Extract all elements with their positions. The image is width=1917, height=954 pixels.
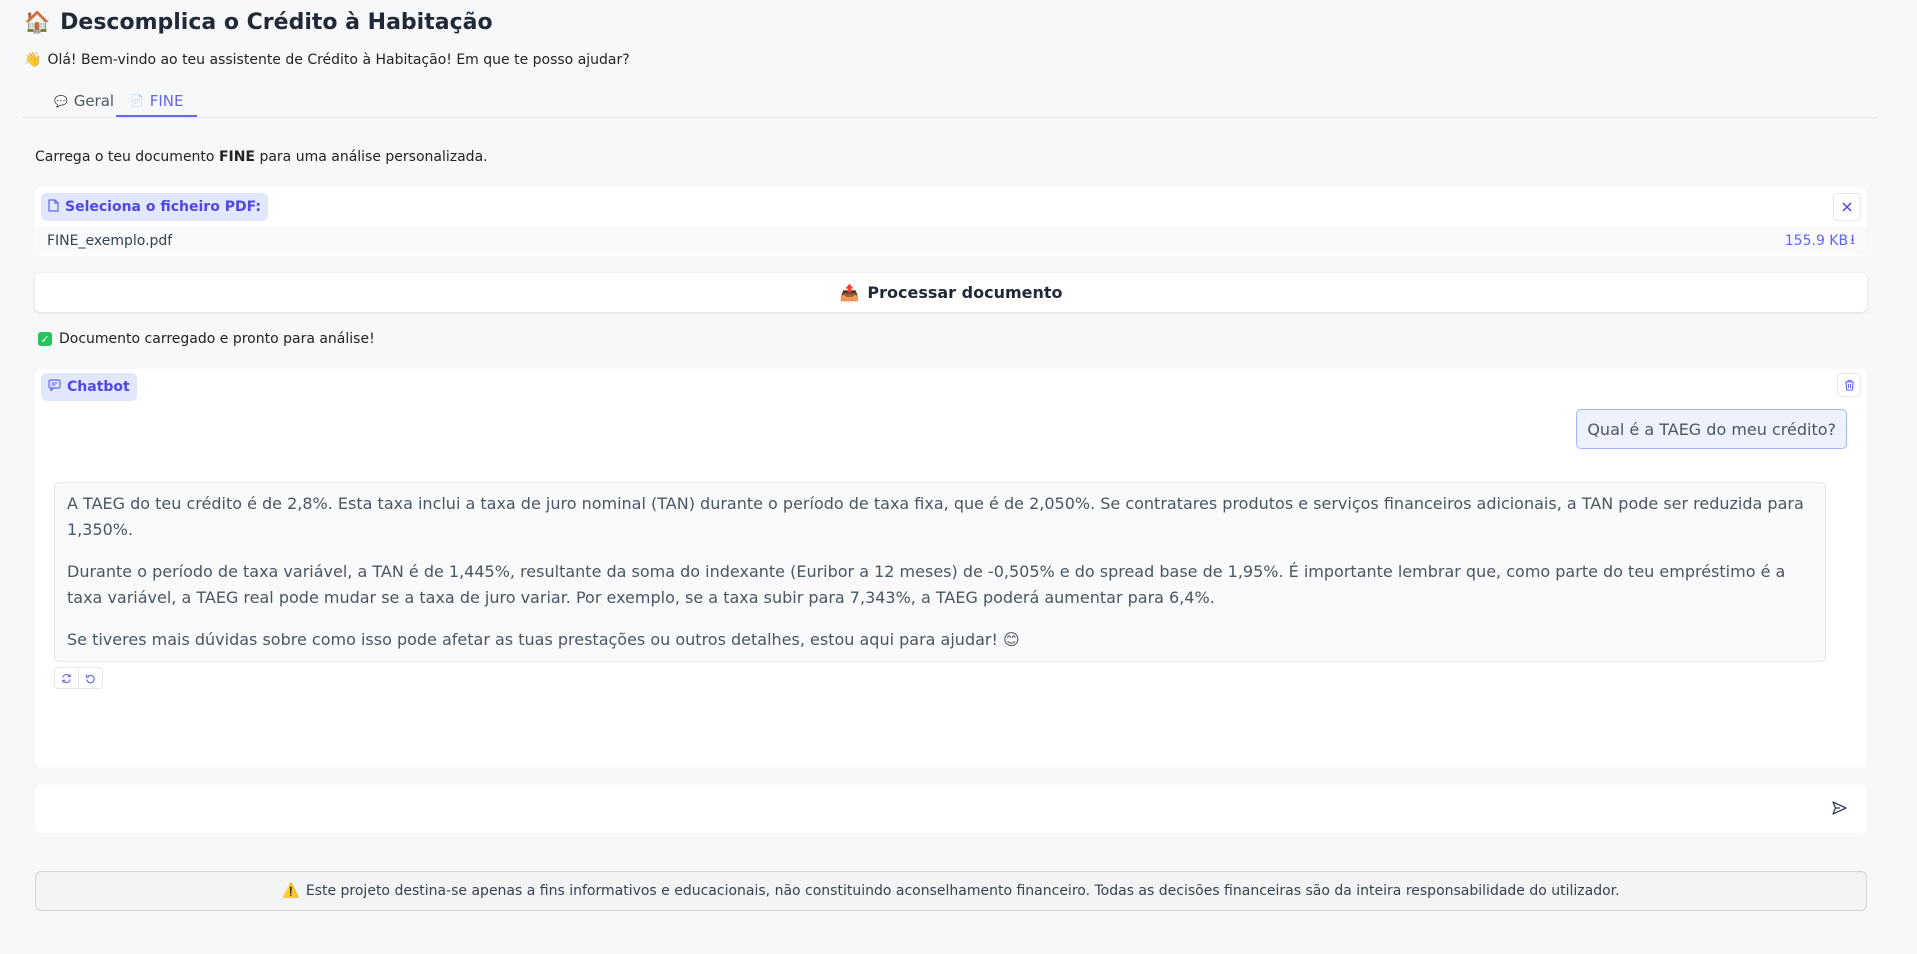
refresh-icon — [62, 673, 71, 683]
file-size: 155.9 KB — [1784, 233, 1849, 249]
welcome-message: 👋 Olá! Bem-vindo ao teu assistente de Cr… — [24, 52, 630, 68]
speech-bubble-icon: 💬 — [54, 94, 68, 108]
undo-button[interactable] — [78, 668, 102, 688]
upload-instructions: Carrega o teu documento FINE para uma an… — [35, 149, 488, 165]
tab-label: FINE — [149, 91, 184, 110]
clear-file-button[interactable] — [1833, 193, 1861, 221]
tab-fine[interactable]: 📄 FINE — [116, 86, 198, 117]
file-upload: Seleciona o ficheiro PDF: FINE_exemplo.p… — [35, 187, 1867, 256]
file-download-link[interactable]: 155.9 KB ⭳ — [1785, 229, 1855, 253]
retry-button[interactable] — [55, 668, 78, 688]
close-icon — [1841, 198, 1853, 217]
assistant-paragraph: A TAEG do teu crédito é de 2,8%. Esta ta… — [67, 494, 1804, 539]
status-message: ✓ Documento carregado e pronto para anál… — [38, 331, 375, 347]
chatbot-panel: Chatbot Qual é a TAEG do meu crédito? A … — [35, 369, 1867, 767]
user-message: Qual é a TAEG do meu crédito? — [1576, 409, 1847, 449]
check-icon: ✓ — [38, 332, 52, 346]
message-actions — [54, 667, 103, 689]
upload-label: Seleciona o ficheiro PDF: — [41, 193, 268, 221]
chat-input-container — [35, 785, 1867, 833]
app-header: 🏠 Descomplica o Crédito à Habitação — [24, 6, 493, 38]
file-name: FINE_exemplo.pdf — [47, 233, 173, 249]
disclaimer-banner: ⚠️ Este projeto destina-se apenas a fins… — [35, 871, 1867, 911]
process-button-label: Processar documento — [867, 283, 1063, 302]
house-icon: 🏠 — [24, 9, 51, 34]
page-title: Descomplica o Crédito à Habitação — [60, 9, 493, 35]
tab-bar: 💬 Geral 📄 FINE — [22, 86, 1878, 118]
file-icon — [48, 198, 59, 216]
chatbot-label: Chatbot — [41, 373, 137, 401]
download-icon: ⭳ — [1850, 232, 1855, 248]
uploaded-file-row: FINE_exemplo.pdf 155.9 KB ⭳ — [35, 227, 1867, 255]
clear-chat-button[interactable] — [1837, 373, 1861, 397]
warning-icon: ⚠️ — [282, 883, 300, 899]
process-document-button[interactable]: 📤 Processar documento — [35, 273, 1867, 312]
disclaimer-text: Este projeto destina-se apenas a fins in… — [305, 883, 1620, 899]
tab-label: Geral — [73, 92, 115, 110]
assistant-paragraph: Se tiveres mais dúvidas sobre como isso … — [67, 630, 1020, 649]
assistant-paragraph: Durante o período de taxa variável, a TA… — [67, 562, 1786, 607]
assistant-message: A TAEG do teu crédito é de 2,8%. Esta ta… — [54, 482, 1826, 662]
chatbot-label-text: Chatbot — [67, 379, 130, 395]
chat-input[interactable] — [47, 793, 1811, 825]
tab-geral[interactable]: 💬 Geral — [40, 86, 128, 116]
intro-text-end: para uma análise personalizada. — [255, 149, 488, 165]
outbox-tray-icon: 📤 — [839, 283, 860, 302]
undo-icon — [85, 673, 95, 683]
intro-text: Carrega o teu documento — [35, 149, 219, 165]
send-icon — [1831, 800, 1847, 819]
upload-label-text: Seleciona o ficheiro PDF: — [65, 199, 261, 215]
send-button[interactable] — [1829, 799, 1849, 819]
welcome-text: Olá! Bem-vindo ao teu assistente de Créd… — [47, 52, 630, 68]
intro-bold: FINE — [218, 149, 255, 165]
trash-icon — [1844, 376, 1855, 395]
document-icon: 📄 — [130, 94, 144, 107]
chat-icon — [48, 379, 61, 395]
wave-icon: 👋 — [24, 52, 42, 68]
status-text: Documento carregado e pronto para anális… — [59, 331, 375, 347]
